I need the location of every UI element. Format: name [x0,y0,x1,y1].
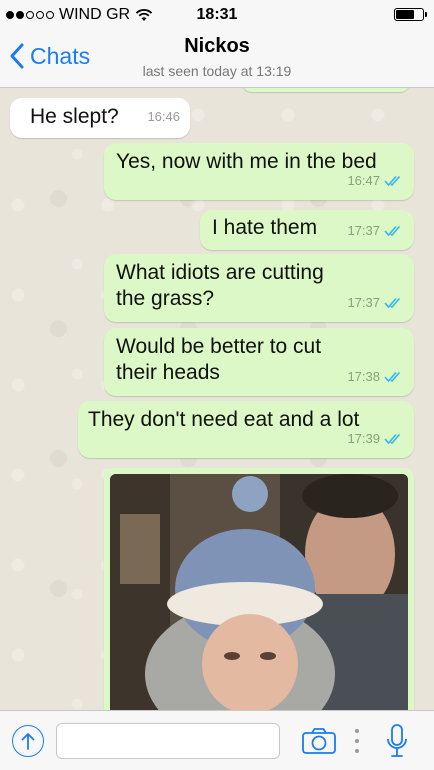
photo-icon [110,474,408,710]
message-bubble-outgoing[interactable]: They don't need eat and a lot 17:39 [78,401,414,458]
message-meta: 17:37 [347,290,404,316]
double-check-icon [384,371,401,383]
photo-message-bubble[interactable] [104,468,414,710]
nav-bar: Chats Nickos last seen today at 13:19 [0,30,434,88]
double-check-icon [384,225,401,237]
message-bubble-outgoing[interactable]: Would be better to cut their heads 17:38 [104,328,414,396]
message-time: 16:46 [147,109,180,124]
message-text: Yes, now with me in the bed [116,150,377,173]
double-check-icon [384,297,401,309]
message-text: What idiots are cutting the grass? [116,261,324,310]
more-icon[interactable] [352,729,362,753]
message-input[interactable] [56,723,280,759]
message-time: 17:38 [347,369,380,384]
message-text: He slept? [30,105,119,128]
double-check-icon [384,433,401,445]
message-bubble-incoming[interactable]: He slept? 16:46 [10,98,190,138]
status-time: 18:31 [196,6,238,23]
contact-name[interactable]: Nickos [0,35,434,58]
message-time: 17:37 [347,223,380,238]
message-text: I hate them [212,216,318,239]
message-time: 16:47 [347,173,380,188]
chat-area[interactable]: He slept? 16:46 Yes, now with me in the … [0,88,434,710]
microphone-icon[interactable] [385,723,409,759]
message-bubble-outgoing[interactable]: Yes, now with me in the bed 16:47 [104,143,414,200]
message-bubble-outgoing[interactable]: I hate them 17:37 [200,210,414,250]
double-check-icon [384,175,401,187]
share-icon [21,733,35,750]
message-meta: 17:38 [347,364,404,390]
message-meta: 17:37 [347,218,404,244]
message-time: 17:37 [347,295,380,310]
message-time: 17:39 [347,431,380,446]
message-text: They don't need eat and a lot [88,408,360,431]
message-meta: 16:47 [347,168,404,194]
status-bar: WIND GR 18:31 [0,0,434,30]
photo-image[interactable] [110,474,408,710]
previous-message-bubble [242,88,410,92]
message-bubble-outgoing[interactable]: What idiots are cutting the grass? 17:37 [104,254,414,322]
message-text: Would be better to cut their heads [116,335,322,384]
message-meta: 16:46 [147,104,180,130]
battery-icon [394,8,427,21]
camera-icon[interactable] [301,727,337,755]
share-button[interactable] [12,725,44,757]
input-bar [0,710,434,770]
last-seen-status: last seen today at 13:19 [142,63,292,79]
message-meta: 17:39 [347,426,404,452]
